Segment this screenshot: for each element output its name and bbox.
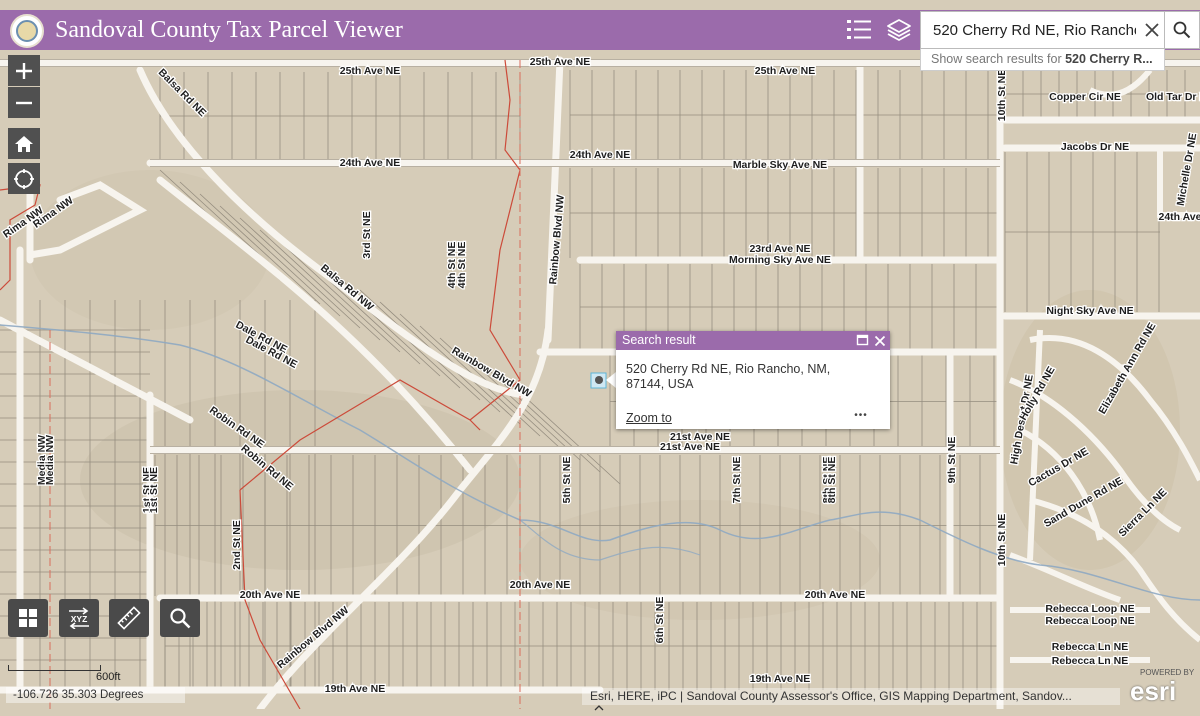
street-label: 25th Ave NE (755, 65, 816, 77)
ruler-icon (117, 606, 141, 630)
street-label: 20th Ave NE (240, 589, 301, 601)
popup-maximize-button[interactable] (856, 334, 870, 347)
more-icon: ••• (854, 410, 868, 421)
legend-button[interactable] (840, 10, 878, 50)
minus-icon (15, 94, 33, 112)
street-label: Jacobs Dr NE (1061, 141, 1129, 153)
search-tool-button[interactable] (160, 599, 200, 637)
street-label: 20th Ave NE (805, 589, 866, 601)
search-suggestion[interactable]: Show search results for 520 Cherry R... (920, 49, 1165, 71)
zoom-in-button[interactable] (8, 55, 40, 86)
home-button[interactable] (8, 128, 40, 159)
street-label: Rebecca Ln NE (1052, 655, 1128, 667)
street-label: Old Tar Dr NE (1146, 91, 1200, 103)
app-title: Sandoval County Tax Parcel Viewer (55, 16, 403, 44)
street-label: 10th St NE (996, 69, 1008, 122)
street-label: 8th St NE (826, 457, 838, 504)
street-label: 10th St NE (996, 514, 1008, 567)
coordinate-text: -106.726 35.303 Degrees (13, 689, 143, 701)
plus-icon (15, 62, 33, 80)
county-seal-logo (10, 14, 44, 48)
scale-bar (8, 665, 101, 671)
street-label: 20th Ave NE (510, 579, 571, 591)
street-label: Copper Cir NE (1049, 91, 1121, 103)
xyz-icon: XYZ (66, 607, 92, 629)
basemap-gallery-button[interactable] (8, 599, 48, 637)
street-label: 24th Ave NE (570, 149, 631, 161)
zoom-to-link[interactable]: Zoom to (626, 411, 672, 426)
street-label: Media NW (44, 435, 56, 485)
esri-logo: esri (1130, 676, 1176, 706)
street-label: 19th Ave NE (750, 673, 811, 685)
street-label: 6th St NE (654, 597, 666, 644)
grid-icon (18, 608, 38, 628)
street-label: 2nd St NE (231, 520, 243, 570)
street-label: 9th St NE (946, 437, 958, 484)
close-icon (1145, 23, 1159, 37)
search-button[interactable] (1165, 11, 1200, 49)
search-input[interactable] (921, 12, 1136, 48)
county-seal-center (16, 20, 38, 42)
svg-text:XYZ: XYZ (71, 614, 88, 624)
street-label: 7th St NE (731, 457, 743, 504)
locate-icon (13, 168, 35, 190)
street-label: Rebecca Ln NE (1052, 641, 1128, 653)
street-label: 24th Ave (1159, 211, 1200, 223)
street-label: 25th Ave NE (340, 65, 401, 77)
zoom-out-button[interactable] (8, 87, 40, 118)
street-label: 21st Ave NE (660, 441, 720, 453)
street-label: 1st St NE (148, 467, 160, 513)
street-label: 19th Ave NE (325, 683, 386, 695)
home-icon (14, 135, 34, 153)
close-icon (874, 335, 886, 347)
search-icon (1173, 21, 1191, 39)
suggestion-term: 520 Cherry R... (1065, 52, 1153, 66)
street-label: Rebecca Loop NE (1045, 603, 1134, 615)
street-label: 25th Ave NE (530, 56, 591, 68)
popup-close-button[interactable] (874, 334, 888, 347)
measure-button[interactable] (109, 599, 149, 637)
chevron-up-icon (594, 705, 604, 711)
popup-address: 520 Cherry Rd NE, Rio Rancho, NM, 87144,… (626, 362, 871, 392)
scale-label: 600ft (96, 671, 120, 683)
maximize-icon (856, 334, 869, 347)
clear-search-button[interactable] (1139, 14, 1165, 46)
search-result-popup: Search result 520 Cherry Rd NE, Rio Ranc… (616, 331, 890, 429)
list-icon (846, 18, 872, 42)
popup-title: Search result (622, 333, 696, 348)
search-box (920, 11, 1165, 49)
street-label: 3rd St NE (361, 211, 373, 258)
locate-button[interactable] (8, 163, 40, 194)
suggestion-prefix: Show search results for (931, 52, 1065, 66)
magnifier-icon (169, 607, 191, 629)
map-attribution: Esri, HERE, iPC | Sandoval County Assess… (582, 688, 1120, 705)
coordinate-readout: -106.726 35.303 Degrees (6, 687, 185, 703)
layers-icon (886, 17, 912, 43)
street-label: Night Sky Ave NE (1046, 305, 1133, 317)
coordinate-conversion-button[interactable]: XYZ (59, 599, 99, 637)
street-label: Rebecca Loop NE (1045, 615, 1134, 627)
layers-button[interactable] (880, 10, 918, 50)
popup-more-button[interactable]: ••• (852, 407, 870, 423)
street-label: 24th Ave NE (340, 157, 401, 169)
street-label: Morning Sky Ave NE (729, 254, 831, 266)
street-label: 5th St NE (561, 457, 573, 504)
street-label: 4th St NE (446, 242, 458, 289)
street-label: Marble Sky Ave NE (733, 159, 827, 171)
